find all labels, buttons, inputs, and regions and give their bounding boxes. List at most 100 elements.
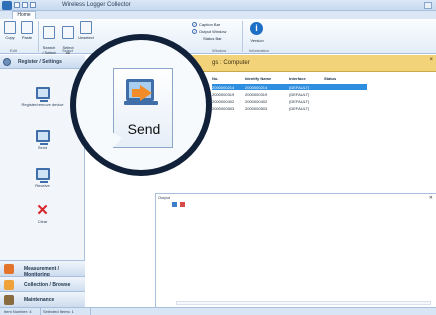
cell-no: 2000000319 [212, 92, 235, 97]
check-icon: ✓ [192, 29, 197, 34]
tab-home[interactable]: Home [12, 11, 36, 19]
panel-header: Register / Settings [0, 55, 85, 69]
version-label[interactable]: Version [247, 38, 267, 43]
nav-maintenance-label: Maintenance [24, 297, 55, 303]
zoomed-send-button[interactable]: Send [113, 68, 173, 148]
cell-identify-name: 2000000402 [245, 99, 268, 104]
status-bar-check[interactable]: Status Bar [203, 36, 222, 41]
send-icon [35, 130, 50, 145]
column-header-no[interactable]: No. [212, 76, 218, 81]
nav-collection-browse[interactable]: Collection / Browse [0, 276, 85, 292]
group-select-label: Select [62, 48, 74, 53]
table-row[interactable]: 2000000319 2000000319 (DEFAULT) [212, 91, 367, 97]
cell-identify-name: 2000000503 [245, 106, 268, 111]
title-bar: Wireless Logger Collector [0, 0, 436, 11]
table-header: No. Identify Name Interface Status [212, 75, 432, 82]
cell-no: 2000000214 [212, 85, 235, 90]
register-device-label: Register/remove device [21, 102, 64, 107]
quick-access-toolbar [14, 2, 36, 8]
table-row[interactable]: 2000000503 2000000503 (DEFAULT) [212, 105, 367, 111]
cell-interface: (DEFAULT) [289, 99, 310, 104]
send-button[interactable]: Send [0, 130, 85, 150]
cell-interface: (DEFAULT) [289, 106, 310, 111]
receive-icon [35, 168, 50, 183]
info-icon[interactable]: i [250, 22, 263, 35]
send-label: Send [37, 145, 48, 150]
status-separator [90, 308, 91, 315]
search-icon [43, 26, 55, 39]
search-select-label: Search / Select [42, 45, 56, 55]
checkbox-icon [62, 26, 74, 39]
output-toolbar [172, 202, 185, 207]
paste-button[interactable]: Paste [20, 21, 34, 40]
ribbon: Copy Paste Edit Search / Select Select A… [0, 19, 436, 55]
item-number: Item Number: 4 [4, 309, 32, 314]
window-control-button[interactable] [424, 2, 432, 9]
zoomed-send-label: Send [127, 121, 161, 137]
panel-title: Register / Settings [18, 59, 62, 65]
collapse-icon[interactable] [3, 58, 11, 66]
check-icon: ✓ [192, 22, 197, 27]
list-header: gs : Computer × [172, 55, 436, 72]
selected-items: Selected Items: 1 [43, 309, 74, 314]
output-window: Output ✕ [155, 193, 436, 307]
unselect-icon [80, 21, 92, 34]
column-header-identify-name[interactable]: Identify Name [245, 76, 271, 81]
column-header-interface[interactable]: Interface [289, 76, 306, 81]
search-select-button[interactable]: Search / Select [40, 21, 58, 55]
ribbon-separator [242, 21, 243, 52]
pin-icon[interactable]: ✕ [429, 195, 433, 201]
nav-measurement-monitoring[interactable]: Measurement / Monitoring [0, 260, 85, 278]
table-row[interactable]: 2000000214 2000000214 (DEFAULT) [212, 84, 367, 90]
close-icon[interactable]: × [429, 57, 433, 63]
list-title: gs : Computer [212, 60, 250, 66]
cell-no: 2000000503 [212, 106, 235, 111]
column-header-status[interactable]: Status [324, 76, 336, 81]
receive-button[interactable]: Receive [0, 168, 85, 188]
status-separator [40, 308, 41, 315]
unselect-button[interactable]: Unselect [77, 21, 95, 40]
ribbon-tab-bar: Home [0, 11, 436, 19]
send-computer-icon [124, 79, 158, 107]
group-window-label: Window [212, 48, 227, 53]
copy-button[interactable]: Copy [3, 21, 17, 40]
unselect-label: Unselect [78, 35, 94, 40]
copy-icon [4, 21, 16, 34]
status-bar: Item Number: 4 Selected Items: 1 [0, 307, 436, 315]
maintenance-icon [4, 295, 14, 305]
cell-identify-name: 2000000319 [245, 92, 268, 97]
clear-label: Clear [37, 219, 48, 224]
nav-maintenance[interactable]: Maintenance [0, 291, 85, 307]
table-row[interactable]: 2000000402 2000000402 (DEFAULT) [212, 98, 367, 104]
send-arrow-icon [140, 85, 152, 101]
output-window-check[interactable]: ✓ Output Window [192, 29, 226, 34]
zoom-callout: Send [70, 34, 212, 176]
receive-label: Receive [35, 183, 50, 188]
monitor-base [124, 101, 158, 105]
group-edit-label: Edit [10, 48, 17, 53]
delete-icon[interactable] [180, 202, 185, 207]
qat-undo-icon[interactable] [22, 2, 28, 8]
cell-interface: (DEFAULT) [289, 85, 310, 90]
qat-save-icon[interactable] [14, 2, 20, 8]
copy-label: Copy [5, 35, 15, 40]
paste-icon [21, 21, 33, 34]
cell-identify-name: 2000000214 [245, 85, 268, 90]
window-title: Wireless Logger Collector [62, 2, 131, 8]
app-menu-button[interactable] [2, 1, 12, 10]
output-title: Output [158, 195, 171, 200]
clear-button[interactable]: ✕ Clear [0, 203, 85, 224]
paste-label: Paste [21, 35, 33, 40]
collection-icon [4, 280, 14, 290]
qat-dropdown-icon[interactable] [30, 2, 36, 8]
caption-bar-label: Caption Bar [199, 22, 221, 27]
cell-interface: (DEFAULT) [289, 92, 310, 97]
caption-bar-check[interactable]: ✓ Caption Bar [192, 22, 220, 27]
group-information-label: Information [249, 48, 270, 53]
device-list-pane: gs : Computer × No. Identify Name Interf… [172, 55, 436, 193]
output-window-label: Output Window [199, 29, 227, 34]
nav-collection-label: Collection / Browse [24, 282, 71, 288]
horizontal-scrollbar[interactable] [176, 301, 431, 305]
ribbon-separator [38, 21, 39, 52]
export-icon[interactable] [172, 202, 177, 207]
